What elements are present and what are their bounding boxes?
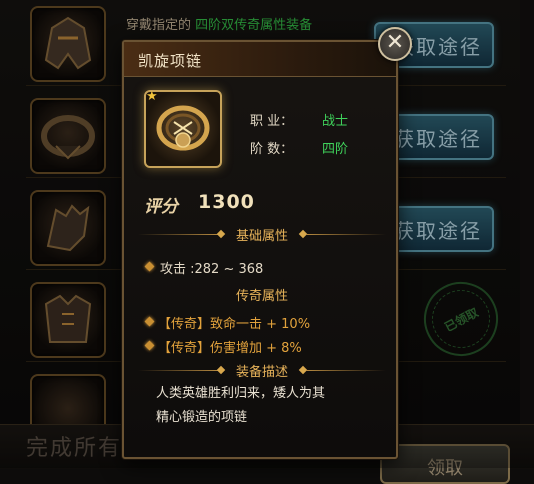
- star-icon: ★: [146, 89, 158, 104]
- legend-attribute: 【传奇】伤害增加 + 8%: [158, 341, 302, 356]
- job-value: 战士: [322, 114, 349, 129]
- score-value: 1300: [198, 191, 255, 213]
- section-legend-attributes: 传奇属性: [138, 284, 386, 304]
- tooltip-header: 凯旋项链: [124, 42, 396, 77]
- section-base-attributes: 基础属性: [138, 224, 386, 244]
- tier-label: 阶 数：: [250, 142, 294, 157]
- job-label: 职 业：: [250, 114, 294, 129]
- bullet-icon: [144, 340, 155, 351]
- legend-attribute: 【传奇】致命一击 + 10%: [158, 317, 311, 332]
- tier-value: 四阶: [322, 142, 349, 157]
- item-title: 凯旋项链: [138, 52, 203, 70]
- section-description: 装备描述: [138, 360, 386, 380]
- item-tooltip: 凯旋项链 ✕ ★ 职 业： 战士 阶 数： 四阶 评分 1300 基础属性 攻击…: [122, 27, 412, 459]
- score-label: 评分: [144, 197, 178, 217]
- close-button[interactable]: ✕: [378, 27, 412, 61]
- bullet-icon: [144, 261, 155, 272]
- attack-stat: 攻击 :282 ~ 368: [160, 262, 264, 277]
- item-description-line: 人类英雄胜利归来，矮人为其: [156, 386, 326, 401]
- bullet-icon: [144, 316, 155, 327]
- item-description-line: 精心锻造的项链: [156, 410, 248, 425]
- section-title: 传奇属性: [235, 289, 288, 304]
